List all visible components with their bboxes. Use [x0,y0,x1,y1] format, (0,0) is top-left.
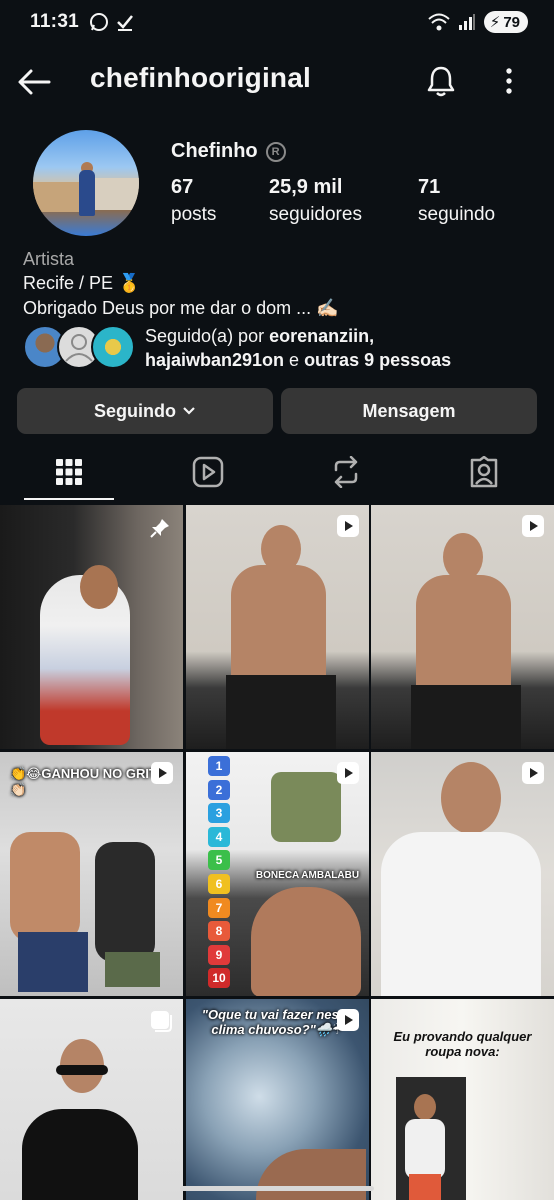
arrow-left-icon [18,69,51,95]
followed-by-row[interactable]: Seguido(a) por eorenanziin, hajaiwban291… [23,322,543,372]
profile-bio: Artista Recife / PE 🥇 Obrigado Deus por … [23,248,533,321]
followed-by-user-1[interactable]: eorenanziin, [269,326,374,346]
header-username: chefinhooriginal [90,62,311,93]
following-button[interactable]: Seguindo [17,388,273,434]
back-button[interactable] [16,64,52,100]
reel-icon [337,515,359,537]
display-name-text: Chefinho [171,140,258,162]
registered-mark-icon: R [265,141,286,162]
post-thumbnail-3[interactable] [371,505,554,749]
pin-icon [150,519,169,538]
following-count: 71 [418,176,441,198]
profile-avatar[interactable] [33,130,139,236]
whatsapp-icon [90,13,109,31]
followed-by-others[interactable]: outras 9 pessoas [304,350,451,370]
following-button-label: Seguindo [94,400,176,421]
notifications-button[interactable] [422,62,460,100]
reel-icon [337,762,359,784]
post-thumbnail-6[interactable] [371,752,554,996]
bell-icon [427,66,455,97]
tab-tagged[interactable] [438,446,530,498]
more-options-button[interactable] [494,62,524,100]
profile-tabs [0,446,554,502]
followed-by-middle: e [284,350,305,370]
follower-avatar-3 [91,325,135,369]
reel-icon [522,515,544,537]
status-time: 11:31 [30,11,80,32]
post-thumbnail-1[interactable] [0,505,183,749]
post-caption-5: BONECA AMBALABU [255,870,360,881]
tab-posts-grid[interactable] [23,446,115,498]
number-badge: 4 [208,826,230,847]
battery-saver-icon: ⚡ [489,14,501,31]
following-stat[interactable]: 71 seguindo [418,176,495,226]
signal-icon [458,14,475,30]
number-badge: 2 [208,779,230,800]
grid-icon [56,459,82,485]
post-thumbnail-5[interactable]: 1 2 3 4 5 6 7 8 9 10 BONECA AMBALABU [186,752,369,996]
tab-reposts[interactable] [300,446,392,498]
profile-header: chefinhooriginal [0,48,554,114]
reels-icon [192,456,224,488]
number-badge: 7 [208,897,230,918]
post-thumbnail-9[interactable]: Eu provando qualquer roupa nova: [371,999,554,1200]
repost-icon [334,456,358,488]
tagged-user-icon [470,456,498,488]
number-badge: 9 [208,944,230,965]
battery-level: 79 [503,13,520,31]
post-thumbnail-4[interactable]: 👏😂GANHOU NO GRITO 👏🏻 [0,752,183,996]
number-badge: 1 [208,756,230,776]
following-label: seguindo [418,204,496,225]
message-button[interactable]: Mensagem [281,388,537,434]
post-thumbnail-7[interactable] [0,999,183,1200]
followers-label: seguidores [269,204,362,225]
status-bar: 11:31 ⚡ 79 [0,0,554,44]
followers-count: 25,9 mil [269,176,343,198]
home-indicator [180,1186,374,1191]
wifi-icon [428,13,450,31]
profile-category: Artista [23,249,75,269]
reel-icon [522,762,544,784]
number-badge: 3 [208,803,230,824]
number-badge: 8 [208,921,230,942]
followed-by-text: Seguido(a) por eorenanziin, hajaiwban291… [145,324,451,372]
posts-label: posts [171,204,217,225]
carousel-icon [151,1011,172,1032]
tab-reels[interactable] [162,446,254,498]
chevron-down-icon [183,407,195,415]
display-name: Chefinho R [171,140,286,163]
followed-by-user-2[interactable]: hajaiwban291on [145,350,284,370]
battery-indicator: ⚡ 79 [483,11,528,33]
post-caption-9: Eu provando qualquer roupa nova: [393,1029,532,1059]
posts-count: 67 [171,176,194,198]
message-button-label: Mensagem [362,400,456,421]
posts-stat[interactable]: 67 posts [171,176,216,226]
bio-line-2: Obrigado Deus por me dar o dom ... ✍🏻 [23,298,339,318]
followed-by-prefix: Seguido(a) por [145,326,270,346]
reel-icon [151,762,173,784]
post-thumbnail-2[interactable] [186,505,369,749]
reel-icon [337,1009,359,1031]
followers-stat[interactable]: 25,9 mil seguidores [269,176,362,226]
post-thumbnail-8[interactable]: "Oque tu vai fazer nesse clima chuvoso?"… [186,999,369,1200]
check-icon [117,15,134,31]
number-badge: 10 [208,968,230,989]
active-tab-indicator [24,498,114,500]
more-vertical-icon [506,68,512,94]
bio-line-1: Recife / PE 🥇 [23,273,141,293]
number-badge: 5 [208,850,230,871]
